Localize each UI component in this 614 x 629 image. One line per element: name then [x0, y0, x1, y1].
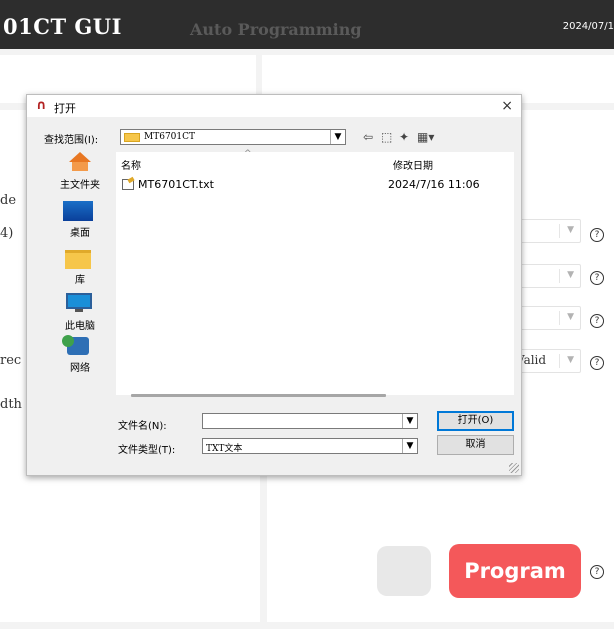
file-row[interactable]: MT6701CT.txt 2024/7/16 11:06: [121, 178, 511, 192]
horizontal-scrollbar[interactable]: [131, 394, 386, 397]
magnet-icon: ∩: [36, 98, 47, 113]
mode-title: Auto Programming: [190, 20, 362, 39]
place-home[interactable]: 主文件夹: [45, 152, 115, 192]
view-menu-icon[interactable]: ▦▾: [417, 131, 434, 143]
place-label: 桌面: [70, 228, 90, 239]
back-arrow-icon[interactable]: ⇦: [363, 131, 373, 143]
place-label: 此电脑: [65, 321, 95, 332]
chevron-down-icon[interactable]: ▼: [402, 414, 417, 428]
secondary-button[interactable]: [377, 546, 431, 596]
chevron-down-icon: ▼: [567, 270, 574, 280]
look-in-value: MT6701CT: [144, 132, 196, 142]
place-desktop[interactable]: 桌面: [45, 201, 115, 241]
desktop-icon: [63, 201, 93, 221]
text-file-icon: [122, 179, 134, 190]
folder-icon: [124, 133, 140, 142]
date-label: 2024/07/1: [562, 21, 614, 32]
app-title: 01CT GUI: [3, 14, 122, 39]
help-icon[interactable]: ?: [590, 565, 604, 579]
places-bar: 主文件夹 桌面 库 此电脑 网络: [45, 152, 115, 382]
chevron-down-icon: ▼: [567, 355, 574, 365]
new-folder-icon[interactable]: ✦: [399, 131, 409, 143]
file-modified: 2024/7/16 11:06: [388, 178, 480, 191]
place-label: 库: [75, 275, 85, 286]
chevron-down-icon: ▼: [567, 312, 574, 322]
file-name-input[interactable]: ▼: [202, 413, 418, 429]
up-folder-icon[interactable]: ⬚: [381, 131, 392, 143]
file-list[interactable]: 名称 ^ 修改日期 MT6701CT.txt 2024/7/16 11:06: [116, 149, 514, 397]
app-header: 01CT GUI Auto Programming 2024/07/1: [0, 0, 614, 49]
look-in-label: 查找范围(I):: [44, 135, 99, 146]
dialog-titlebar: ∩ 打开 ×: [27, 95, 521, 117]
dialog-title: 打开: [54, 102, 76, 115]
chevron-down-icon[interactable]: ▼: [402, 439, 417, 453]
place-label: 网络: [70, 363, 90, 374]
resize-grip-icon[interactable]: [509, 463, 519, 473]
column-header-name[interactable]: 名称: [121, 157, 141, 172]
setting-label-direction: rec: [0, 353, 22, 368]
file-type-dropdown[interactable]: TXT文本 ▼: [202, 438, 418, 454]
file-type-value: TXT文本: [206, 444, 243, 454]
place-network[interactable]: 网络: [45, 335, 115, 377]
sort-arrow-icon: ^: [244, 149, 252, 159]
column-header-modified[interactable]: 修改日期: [393, 157, 433, 172]
cancel-button[interactable]: 取消: [437, 435, 514, 455]
library-icon: [65, 250, 91, 269]
place-library[interactable]: 库: [45, 248, 115, 288]
chevron-down-icon: ▼: [567, 225, 574, 235]
program-button[interactable]: Program: [449, 544, 581, 598]
file-name: MT6701CT.txt: [138, 178, 214, 191]
setting-label-2: 4): [0, 226, 14, 241]
chevron-down-icon[interactable]: ▼: [330, 130, 345, 144]
setting-label-mode: de: [0, 193, 17, 208]
setting-label-width: dth: [0, 397, 22, 412]
help-icon[interactable]: ?: [590, 356, 604, 370]
place-label: 主文件夹: [60, 180, 100, 191]
file-name-label: 文件名(N):: [118, 421, 167, 432]
place-this-pc[interactable]: 此电脑: [45, 293, 115, 333]
file-type-label: 文件类型(T):: [118, 445, 176, 456]
close-icon[interactable]: ×: [501, 98, 513, 114]
open-file-dialog: ∩ 打开 × 查找范围(I): MT6701CT ▼ ⇦ ⬚ ✦ ▦▾ 主文件夹…: [26, 94, 522, 476]
open-button[interactable]: 打开(O): [437, 411, 514, 431]
computer-icon: [66, 293, 92, 309]
help-icon[interactable]: ?: [590, 314, 604, 328]
help-icon[interactable]: ?: [590, 271, 604, 285]
home-icon: [69, 152, 91, 162]
look-in-dropdown[interactable]: MT6701CT ▼: [120, 129, 346, 145]
help-icon[interactable]: ?: [590, 228, 604, 242]
